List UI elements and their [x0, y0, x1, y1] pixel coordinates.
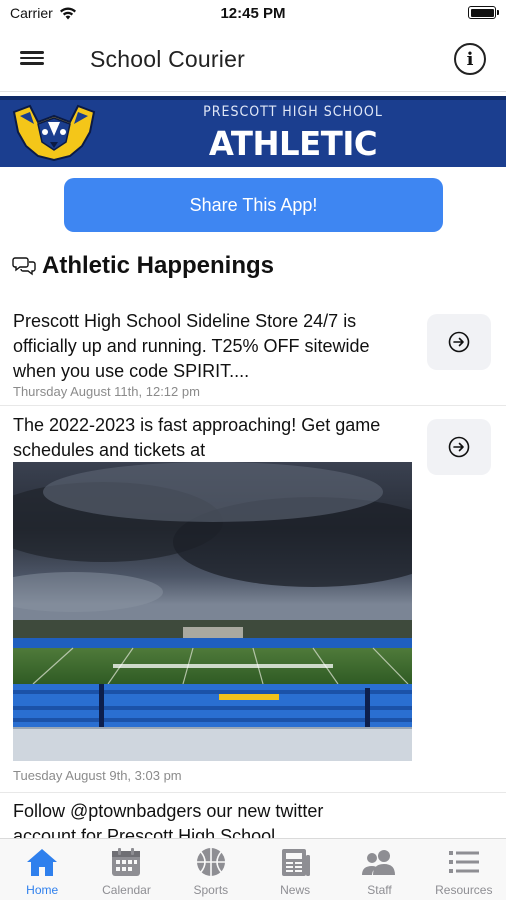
tab-bar: Home Calendar Sports News Staff Resource… [0, 838, 506, 900]
home-icon [24, 845, 60, 879]
arrow-circle-icon [448, 436, 470, 458]
calendar-icon [108, 845, 144, 879]
status-bar: Carrier 12:45 PM [0, 0, 506, 28]
app-title: School Courier [90, 46, 245, 72]
stadium-photo[interactable] [13, 462, 412, 761]
feed-item-text: Prescott High School Sideline Store 24/7… [13, 311, 370, 381]
feed-item-date: Tuesday August 9th, 3:03 pm [13, 768, 182, 783]
status-time: 12:45 PM [220, 5, 286, 22]
feed-item[interactable]: Prescott High School Sideline Store 24/7… [0, 300, 506, 406]
tab-calendar[interactable]: Calendar [84, 839, 168, 900]
feed-item[interactable]: The 2022-2023 is fast approaching! Get g… [0, 407, 506, 793]
tab-staff[interactable]: Staff [337, 839, 421, 900]
feed-item-text: The 2022-2023 is fast approaching! Get g… [13, 415, 381, 460]
banner-subtitle: PRESCOTT HIGH SCHOOL [203, 104, 383, 120]
tab-resources[interactable]: Resources [422, 839, 506, 900]
speech-bubbles-icon [12, 257, 36, 276]
banner-title: ATHLETIC DEPARTMENT [174, 124, 413, 167]
tab-label: Resources [435, 883, 493, 897]
section-title: Athletic Happenings [42, 252, 275, 279]
tab-label: Staff [367, 883, 392, 897]
hamburger-icon[interactable] [20, 48, 50, 72]
tab-home[interactable]: Home [0, 839, 84, 900]
tab-label: Calendar [102, 883, 151, 897]
battery-icon [468, 6, 499, 19]
feed-item-date: Thursday August 11th, 12:12 pm [13, 384, 200, 399]
newspaper-icon [277, 845, 313, 879]
section-header: Athletic Happenings [12, 252, 274, 280]
info-icon[interactable]: i [454, 43, 486, 75]
arrow-circle-icon [448, 331, 470, 353]
list-icon [446, 845, 482, 879]
tab-label: Sports [193, 883, 229, 897]
open-item-button[interactable] [427, 419, 491, 475]
tab-news[interactable]: News [253, 839, 337, 900]
basketball-icon [193, 845, 229, 879]
tab-label: Home [26, 883, 59, 897]
people-icon [361, 845, 397, 879]
open-item-button[interactable] [427, 314, 491, 370]
badger-logo [12, 104, 96, 162]
athletic-department-banner: PRESCOTT HIGH SCHOOL ATHLETIC DEPARTMENT [0, 96, 506, 167]
tab-label: News [280, 883, 311, 897]
navigation-bar: School Courier i [0, 28, 506, 92]
tab-sports[interactable]: Sports [169, 839, 253, 900]
share-app-button[interactable]: Share This App! [64, 178, 443, 232]
